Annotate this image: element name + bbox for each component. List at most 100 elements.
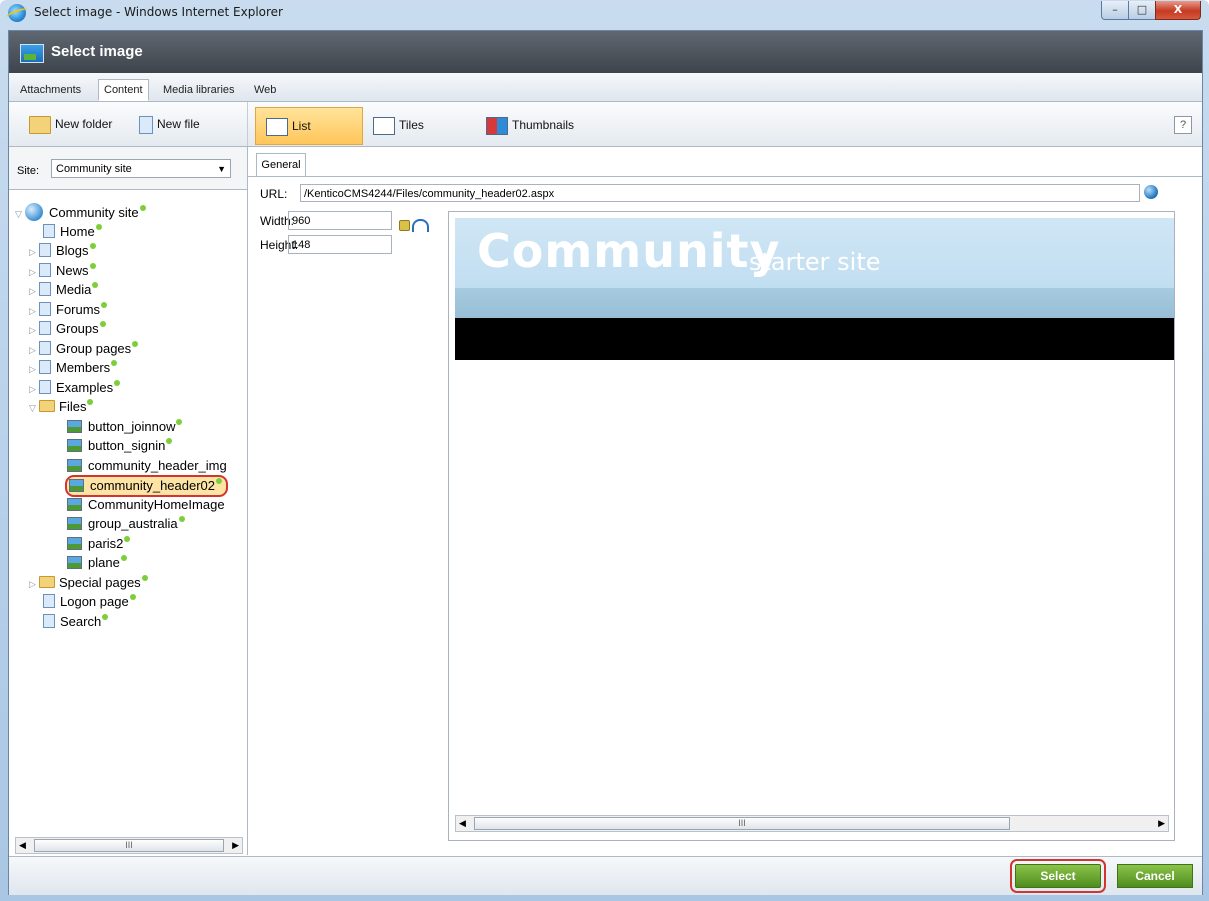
- scroll-thumb[interactable]: III: [34, 839, 224, 852]
- image-file-icon: [67, 439, 82, 452]
- scroll-left-icon[interactable]: ◀: [19, 838, 26, 853]
- url-label: URL:: [260, 187, 288, 201]
- new-file-button[interactable]: New file: [139, 110, 200, 138]
- tree-node-label: Logon page: [60, 594, 129, 609]
- tree-node-label: community_header_img: [88, 458, 227, 473]
- page-icon: [39, 321, 51, 335]
- image-file-icon: [67, 459, 82, 472]
- tree-node-label: Special pages: [59, 575, 141, 590]
- toolbar: New folder New file List Tiles Thumbnail…: [9, 102, 1202, 147]
- width-input[interactable]: 960: [288, 211, 392, 230]
- page-icon: [39, 341, 51, 355]
- expand-arrow-icon[interactable]: ▷: [29, 282, 39, 300]
- expand-arrow-icon[interactable]: ▷: [29, 575, 39, 593]
- tree-node-label: Home: [60, 224, 95, 239]
- tab-general[interactable]: General: [256, 153, 306, 176]
- tree-node[interactable]: ▷ News: [29, 262, 96, 280]
- maximize-button[interactable]: □: [1128, 1, 1156, 20]
- select-button[interactable]: Select: [1010, 859, 1106, 893]
- tab-media-libraries[interactable]: Media libraries: [158, 80, 240, 100]
- tree-file-node[interactable]: group_australia: [67, 515, 185, 533]
- thumbnails-view-button[interactable]: Thumbnails: [476, 107, 574, 143]
- thumbnails-label: Thumbnails: [512, 118, 575, 132]
- folder-icon: [39, 576, 55, 588]
- tree-node-label: Forums: [56, 302, 101, 317]
- tab-content[interactable]: Content: [98, 79, 149, 101]
- banner-heading: Community: [477, 224, 781, 278]
- tree-file-node[interactable]: plane: [67, 554, 127, 572]
- properties-panel: General URL: /KenticoCMS4244/Files/commu…: [248, 147, 1202, 855]
- tree-node[interactable]: ▷ Forums: [29, 301, 108, 320]
- tree-node[interactable]: ▷ Members: [29, 359, 118, 378]
- tree-node-label: button_signin: [88, 438, 166, 453]
- published-status-icon: [132, 341, 139, 347]
- expand-arrow-icon[interactable]: ▷: [29, 360, 39, 378]
- tiles-view-button[interactable]: Tiles: [363, 107, 424, 143]
- page-icon: [39, 302, 51, 316]
- source-tabs: Attachments Content Media libraries Web: [9, 73, 1202, 102]
- tree-file-node[interactable]: paris2: [67, 535, 131, 553]
- collapse-arrow-icon[interactable]: ▽: [15, 205, 25, 223]
- reset-size-icon[interactable]: [412, 219, 429, 232]
- tree-file-node[interactable]: community_header_img: [67, 457, 227, 475]
- tab-web[interactable]: Web: [249, 80, 281, 100]
- tab-attachments[interactable]: Attachments: [15, 80, 86, 100]
- tree-node[interactable]: ▷ Examples: [29, 379, 121, 398]
- image-file-icon: [67, 537, 82, 550]
- tree-file-node-selected[interactable]: community_header02: [65, 475, 229, 497]
- cancel-button[interactable]: Cancel: [1117, 864, 1193, 888]
- new-folder-button[interactable]: New folder: [29, 110, 112, 138]
- expand-arrow-icon[interactable]: ▷: [29, 321, 39, 339]
- expand-arrow-icon[interactable]: ▷: [29, 341, 39, 359]
- site-select[interactable]: Community site ▼: [51, 159, 231, 178]
- scroll-right-icon[interactable]: ▶: [1158, 816, 1165, 831]
- close-button[interactable]: X: [1155, 1, 1201, 20]
- page-icon: [43, 594, 55, 608]
- url-input[interactable]: /KenticoCMS4244/Files/community_header02…: [300, 184, 1140, 202]
- tree-node-label: community_header02: [90, 478, 216, 493]
- banner-subheading: starter site: [749, 248, 881, 276]
- tree-node[interactable]: ▷ Media: [29, 281, 99, 300]
- scroll-left-icon[interactable]: ◀: [459, 816, 466, 831]
- new-file-label: New file: [157, 117, 200, 131]
- minimize-button[interactable]: –: [1101, 1, 1129, 20]
- page-icon: [39, 263, 51, 277]
- folder-add-icon: [29, 115, 51, 134]
- list-view-button[interactable]: List: [255, 107, 363, 145]
- published-status-icon: [101, 302, 108, 308]
- tree-horizontal-scrollbar[interactable]: ◀ III ▶: [15, 837, 243, 854]
- tree-node[interactable]: ▷ Groups: [29, 320, 106, 338]
- tree-node-label: plane: [88, 555, 120, 570]
- expand-arrow-icon[interactable]: ▷: [29, 380, 39, 398]
- scroll-right-icon[interactable]: ▶: [232, 838, 239, 853]
- scroll-thumb[interactable]: III: [474, 817, 1010, 830]
- expand-arrow-icon[interactable]: ▷: [29, 302, 39, 320]
- tree-node-label: Blogs: [56, 243, 89, 258]
- folder-icon: [39, 400, 55, 412]
- height-input[interactable]: 148: [288, 235, 392, 254]
- tree-node[interactable]: Logon page: [43, 593, 136, 611]
- select-image-icon: [20, 44, 44, 63]
- tree-node[interactable]: Search: [43, 613, 109, 631]
- tree-node[interactable]: ▷ Special pages: [29, 574, 148, 592]
- lock-icon[interactable]: [399, 220, 410, 231]
- tree-node[interactable]: ▷ Group pages: [29, 340, 139, 359]
- tree-node-label: News: [56, 263, 89, 278]
- globe-icon[interactable]: [1144, 185, 1158, 199]
- preview-horizontal-scrollbar[interactable]: ◀ III ▶: [455, 815, 1169, 832]
- tree-node[interactable]: Home: [43, 223, 102, 241]
- tree-file-node[interactable]: CommunityHomeImage: [67, 496, 225, 514]
- expand-arrow-icon[interactable]: ▷: [29, 263, 39, 281]
- expand-arrow-icon[interactable]: ▷: [29, 243, 39, 261]
- tree-file-node[interactable]: button_signin: [67, 437, 173, 455]
- tree-node[interactable]: ▷ Blogs: [29, 242, 96, 260]
- image-file-icon: [67, 517, 82, 530]
- help-icon[interactable]: ?: [1174, 116, 1192, 134]
- image-file-icon: [69, 479, 84, 492]
- collapse-arrow-icon[interactable]: ▽: [29, 399, 39, 417]
- tree-node-files[interactable]: ▽ Files: [29, 398, 94, 417]
- image-preview: Community starter site ◀ III ▶: [448, 211, 1175, 841]
- globe-icon: [25, 203, 43, 221]
- tree-node-root[interactable]: ▽ Community site: [15, 203, 146, 221]
- tree-file-node[interactable]: button_joinnow: [67, 418, 183, 436]
